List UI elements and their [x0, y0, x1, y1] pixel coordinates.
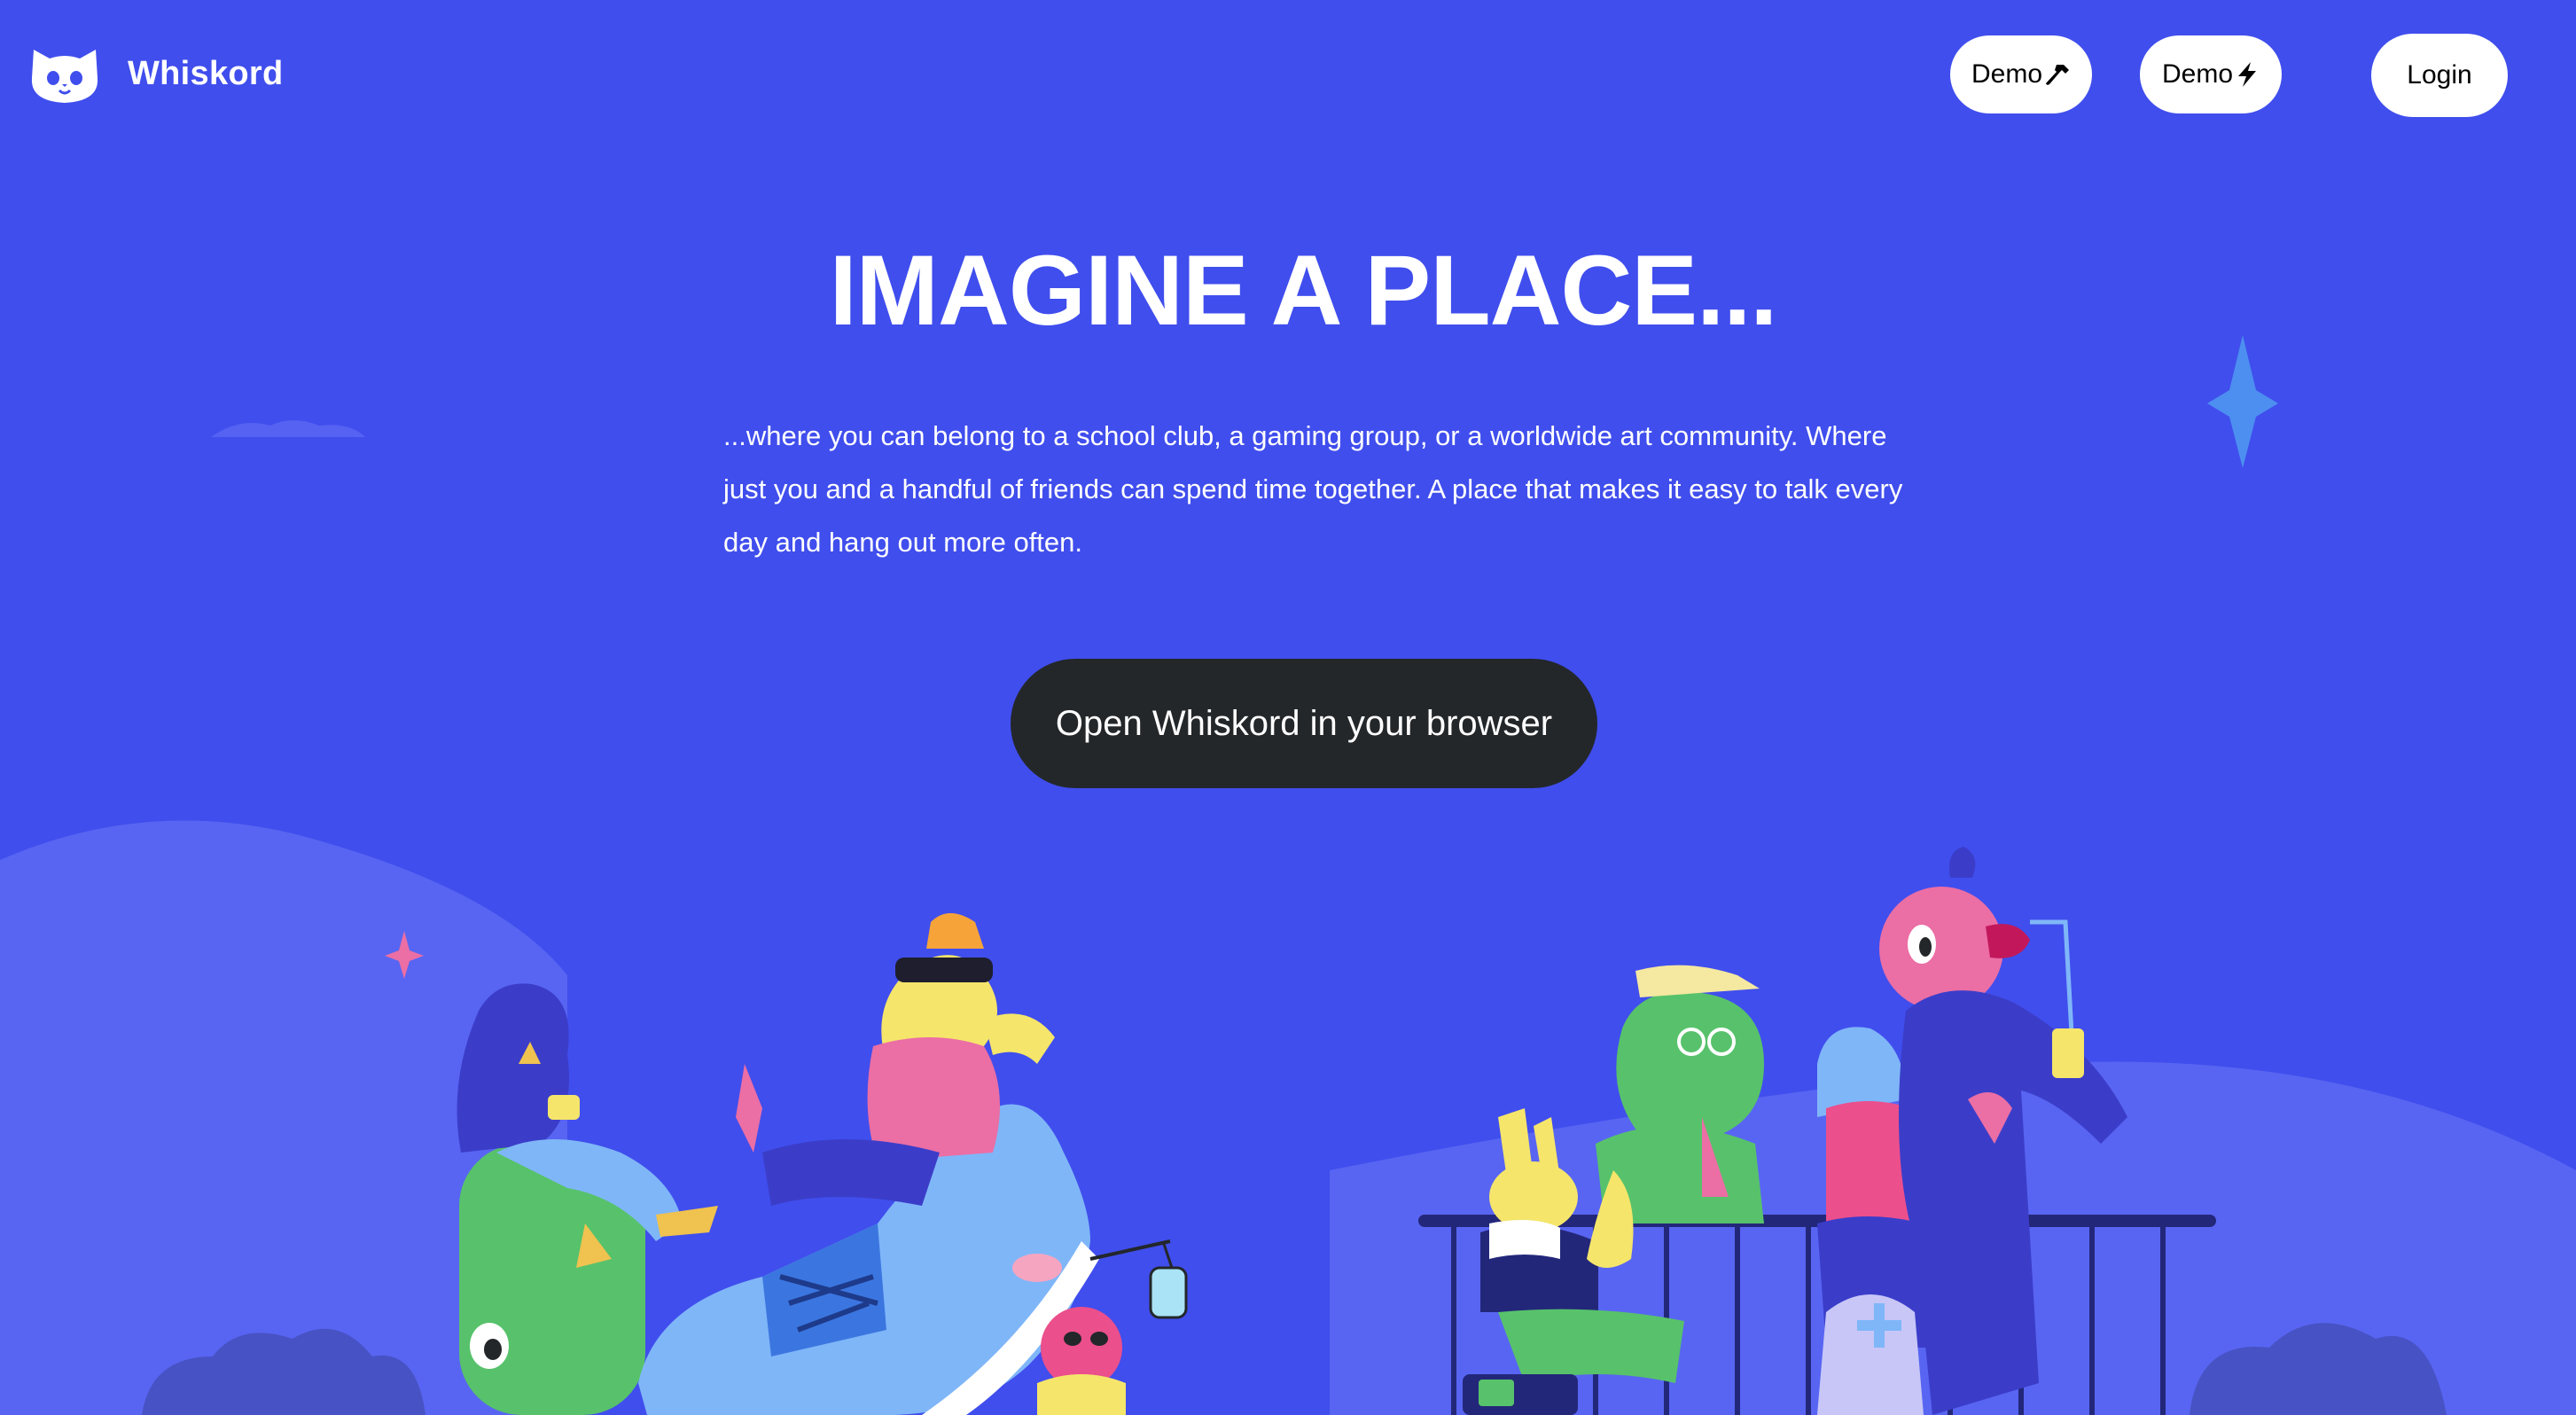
demo-button-label: Demo [2161, 59, 2234, 89]
login-button[interactable]: Login [2371, 34, 2508, 117]
landing-page: Whiskord Demo Demo Login IMAGINE A PLACE… [0, 0, 2576, 1415]
hero-description: ...where you can belong to a school club… [723, 420, 1903, 558]
open-in-browser-button[interactable]: Open Whiskord in your browser [1011, 659, 1597, 788]
demo-button-label: Demo [1971, 59, 2043, 89]
cat-face-icon [28, 43, 101, 105]
demo-hammer-button[interactable]: Demo [1950, 35, 2092, 113]
site-header: Whiskord Demo Demo Login [0, 0, 2576, 151]
lightning-bolt-icon [2235, 60, 2260, 89]
hammer-icon [2044, 61, 2071, 88]
demo-lightning-button[interactable]: Demo [2140, 35, 2282, 113]
logo-text: Whiskord [128, 54, 284, 92]
hero-title: IMAGINE A PLACE... [829, 235, 1778, 346]
logo[interactable]: Whiskord [28, 43, 284, 105]
